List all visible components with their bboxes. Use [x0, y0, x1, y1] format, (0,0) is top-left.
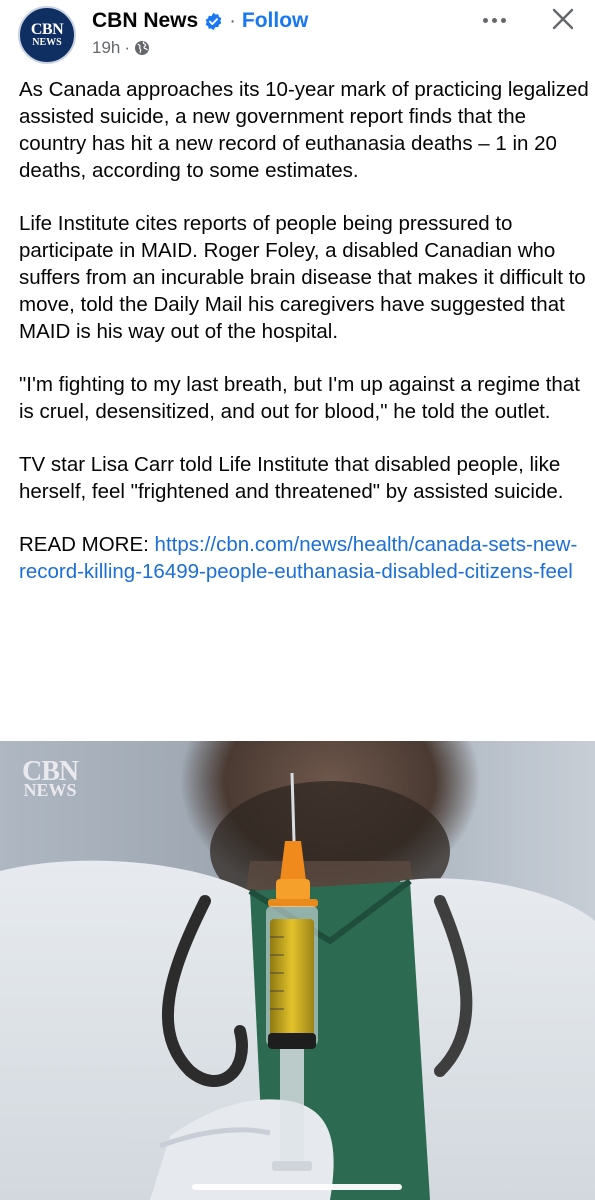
- post-paragraph: "I'm fighting to my last breath, but I'm…: [19, 373, 580, 423]
- read-more-label: READ MORE:: [19, 533, 155, 556]
- globe-icon: [134, 40, 150, 56]
- post-paragraph: As Canada approaches its 10-year mark of…: [19, 78, 589, 182]
- post-image[interactable]: CBN NEWS: [0, 741, 595, 1200]
- post-paragraph: TV star Lisa Carr told Life Institute th…: [19, 453, 564, 503]
- more-options-icon[interactable]: [478, 6, 510, 34]
- home-indicator[interactable]: [192, 1184, 402, 1190]
- verified-badge-icon: [204, 12, 223, 31]
- post-paragraph: Life Institute cites reports of people b…: [19, 212, 586, 343]
- watermark-line2: NEWS: [23, 780, 77, 800]
- post-body: As Canada approaches its 10-year mark of…: [19, 76, 589, 611]
- cbn-news-watermark: CBN NEWS: [22, 756, 79, 800]
- post-timestamp[interactable]: 19h: [92, 38, 120, 58]
- follow-button[interactable]: Follow: [242, 9, 309, 33]
- watermark-line1: CBN: [22, 756, 79, 787]
- meta-separator: ·: [124, 38, 131, 57]
- name-row: CBN News · Follow: [92, 6, 308, 36]
- avatar-logo-line1: CBN: [30, 21, 64, 38]
- post-meta: 19h ·: [92, 37, 150, 59]
- avatar-logo-line2: NEWS: [32, 37, 62, 48]
- close-icon[interactable]: [550, 6, 576, 32]
- syringe-photo: [0, 741, 595, 1200]
- page-name[interactable]: CBN News: [92, 9, 198, 33]
- read-more-paragraph: READ MORE: https://cbn.com/news/health/c…: [19, 531, 589, 585]
- header-separator: ·: [229, 9, 236, 32]
- post-header: CBN NEWS CBN News · Follow 19h ·: [0, 0, 595, 70]
- page-avatar[interactable]: CBN NEWS: [18, 6, 76, 64]
